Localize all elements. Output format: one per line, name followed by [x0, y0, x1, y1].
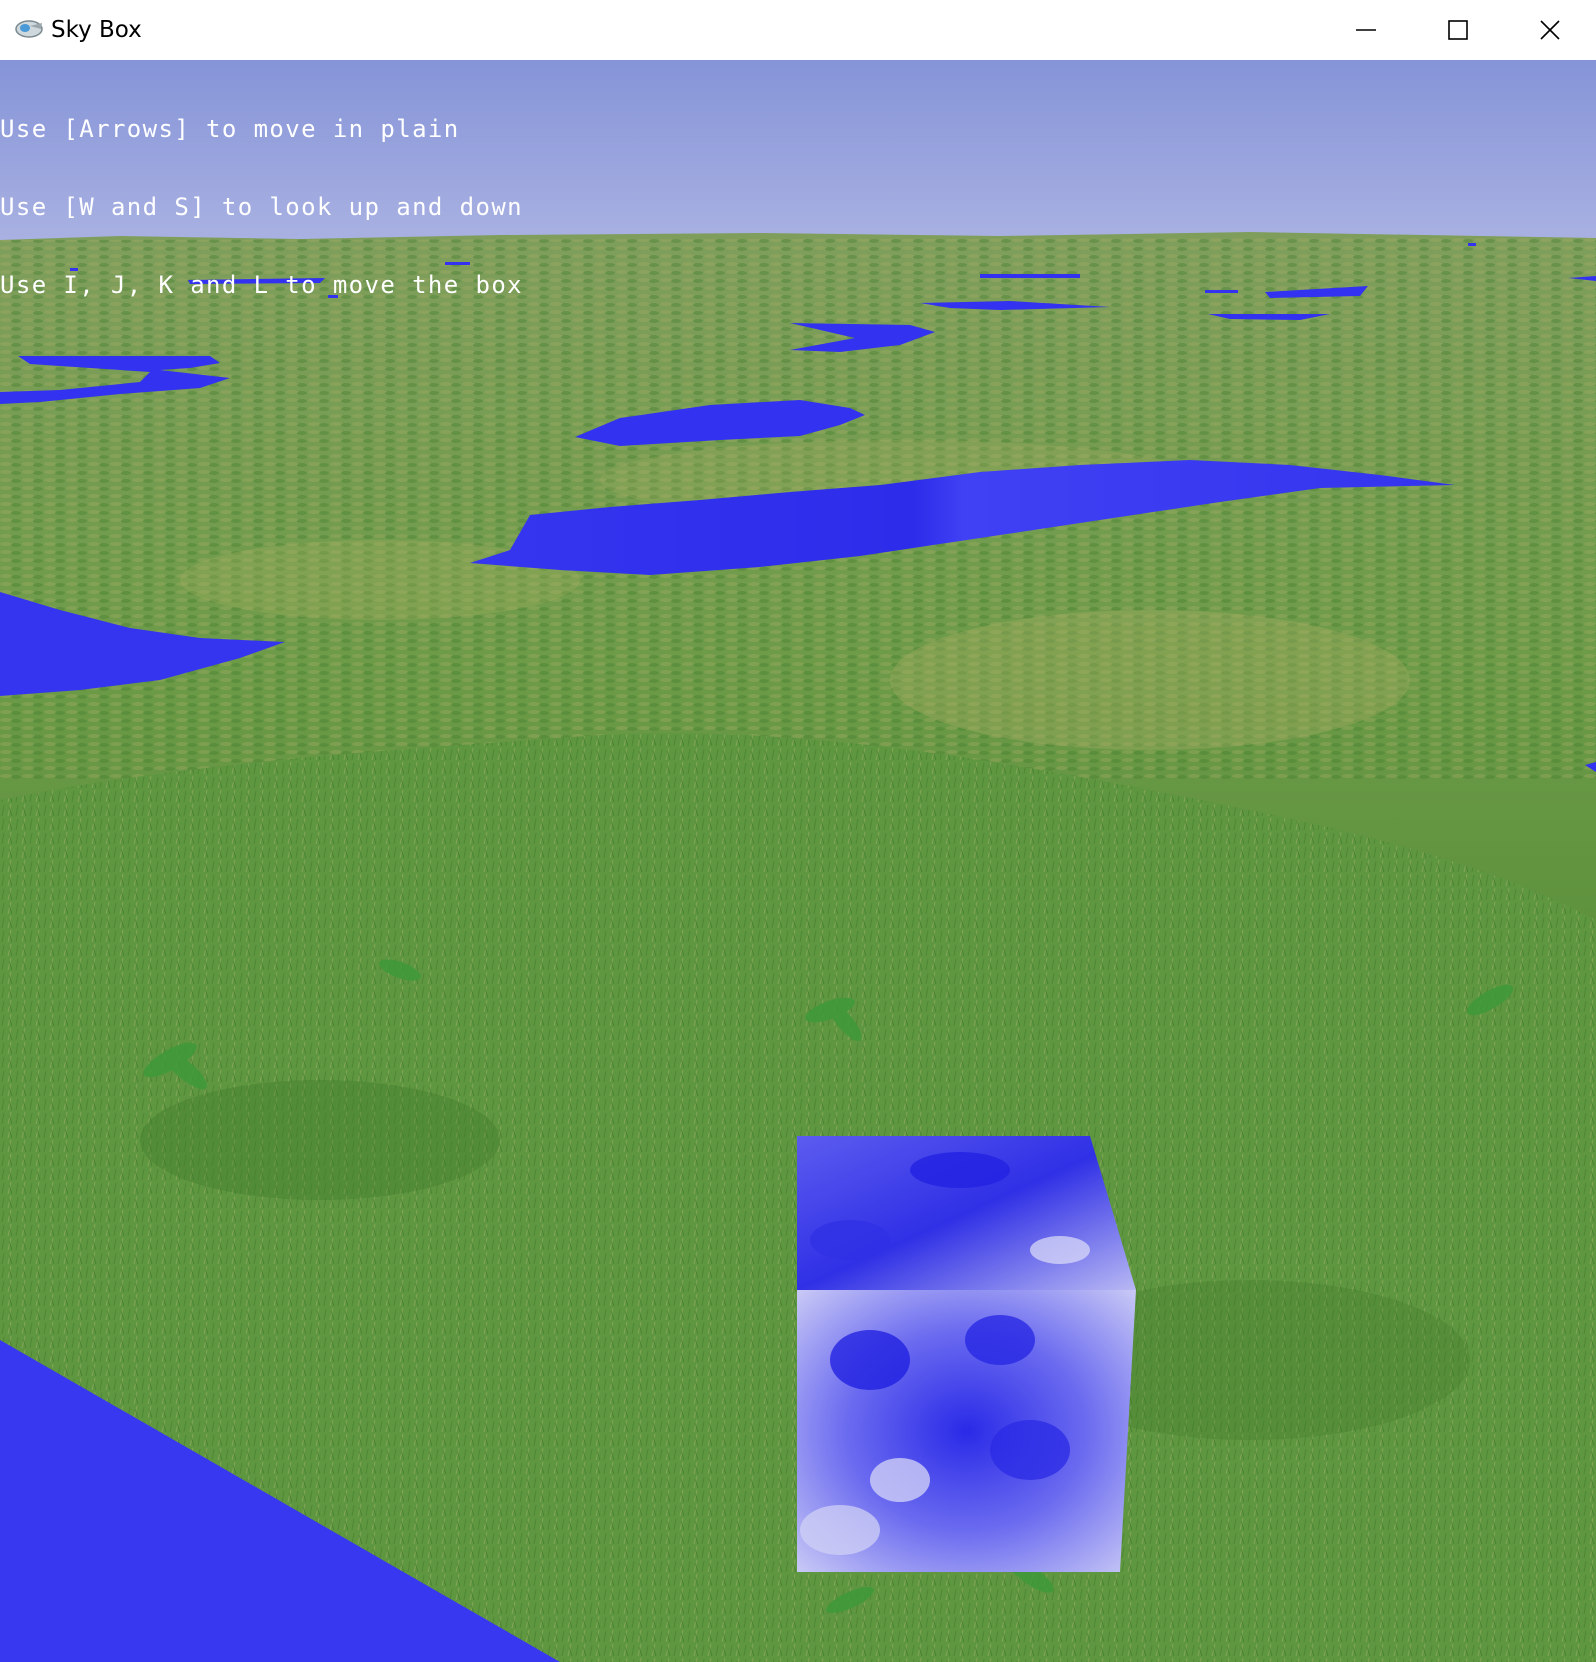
window-title: Sky Box — [51, 17, 142, 43]
help-line-look: Use [W and S] to look up and down — [0, 193, 524, 221]
help-overlay: Use [Arrows] to move in plain Use [W and… — [0, 64, 523, 350]
app-window: Sky Box Use [Arrows] to move in plain Us… — [0, 0, 1596, 1662]
app-icon — [15, 20, 43, 38]
render-viewport[interactable]: Use [Arrows] to move in plain Use [W and… — [0, 60, 1596, 1662]
close-button[interactable] — [1504, 0, 1596, 60]
grass-patch — [140, 1080, 500, 1200]
minimize-button[interactable] — [1320, 0, 1412, 60]
water-pool — [980, 274, 1080, 278]
maximize-icon — [1448, 20, 1468, 40]
movable-box[interactable] — [797, 1136, 1136, 1572]
grass-patch — [890, 610, 1410, 750]
help-line-box: Use I, J, K and L to move the box — [0, 271, 524, 299]
help-line-move: Use [Arrows] to move in plain — [0, 115, 460, 143]
minimize-icon — [1356, 29, 1376, 31]
water-pool — [1205, 290, 1238, 293]
close-icon — [1540, 20, 1560, 40]
title-bar[interactable]: Sky Box — [0, 0, 1596, 60]
water-pool — [1468, 243, 1476, 246]
maximize-button[interactable] — [1412, 0, 1504, 60]
